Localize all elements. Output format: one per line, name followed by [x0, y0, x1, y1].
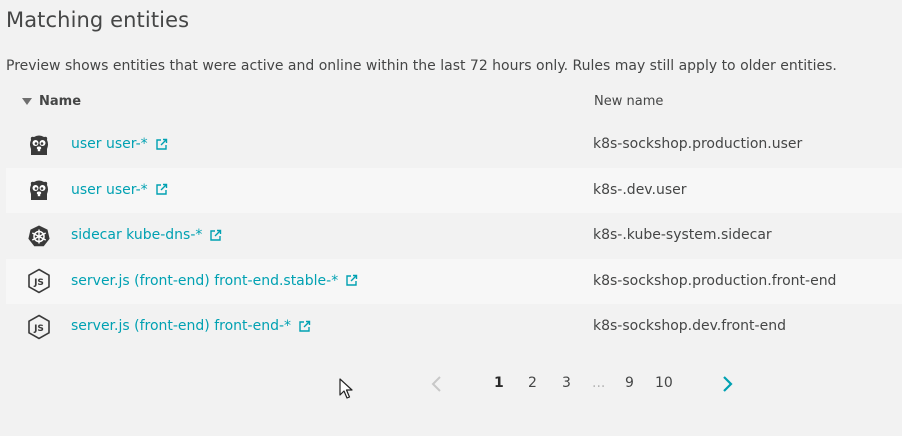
- page-title: Matching entities: [6, 8, 190, 32]
- table-row: user user-* k8s-sockshop.production.user: [6, 122, 902, 168]
- nodejs-icon: JS: [26, 314, 52, 340]
- page-10-button[interactable]: 10: [655, 375, 673, 391]
- new-name-value: k8s-.dev.user: [593, 181, 687, 198]
- entity-link[interactable]: server.js (front-end) front-end-*: [71, 318, 311, 334]
- entity-link[interactable]: sidecar kube-dns-*: [71, 227, 222, 243]
- svg-text:JS: JS: [33, 278, 44, 288]
- external-link-icon[interactable]: [209, 229, 222, 242]
- external-link-icon[interactable]: [155, 183, 168, 196]
- table-row: JS server.js (front-end) front-end.stabl…: [6, 258, 902, 304]
- entity-link-label[interactable]: user user-*: [71, 182, 148, 198]
- table-row: JS server.js (front-end) front-end-* k8s…: [6, 304, 902, 350]
- go-gopher-icon: [26, 177, 52, 203]
- column-header-new-name: New name: [594, 94, 664, 109]
- entity-link-label[interactable]: sidecar kube-dns-*: [71, 227, 202, 243]
- page-2-button[interactable]: 2: [528, 375, 537, 391]
- pagination: 1 2 3 ... 9 10: [0, 375, 902, 395]
- entity-link[interactable]: user user-*: [71, 182, 168, 198]
- page-3-button[interactable]: 3: [562, 375, 571, 391]
- column-header-name[interactable]: Name: [22, 94, 81, 109]
- new-name-value: k8s-sockshop.production.front-end: [593, 272, 837, 289]
- external-link-icon[interactable]: [298, 320, 311, 333]
- new-name-value: k8s-sockshop.production.user: [593, 136, 803, 152]
- chevron-left-icon[interactable]: [430, 375, 444, 393]
- entity-link-label[interactable]: server.js (front-end) front-end-*: [71, 318, 291, 334]
- column-header-name-label: Name: [39, 94, 82, 109]
- preview-description: Preview shows entities that were active …: [6, 58, 837, 74]
- new-name-value: k8s-.kube-system.sidecar: [593, 227, 772, 243]
- kubernetes-icon: [26, 223, 52, 249]
- chevron-right-icon[interactable]: [720, 375, 734, 393]
- go-gopher-icon: [26, 132, 52, 158]
- entity-link[interactable]: user user-*: [71, 136, 168, 152]
- sort-descending-icon[interactable]: [22, 98, 32, 105]
- mouse-cursor-icon: [339, 378, 355, 404]
- entity-link[interactable]: server.js (front-end) front-end.stable-*: [71, 273, 358, 289]
- page-9-button[interactable]: 9: [625, 375, 634, 391]
- entity-link-label[interactable]: server.js (front-end) front-end.stable-*: [71, 273, 338, 289]
- nodejs-icon: JS: [26, 268, 52, 294]
- external-link-icon[interactable]: [345, 274, 358, 287]
- table-row: user user-* k8s-.dev.user: [6, 167, 902, 213]
- page-1-button[interactable]: 1: [494, 375, 504, 391]
- entity-link-label[interactable]: user user-*: [71, 136, 148, 152]
- new-name-value: k8s-sockshop.dev.front-end: [593, 318, 786, 334]
- table-row: sidecar kube-dns-* k8s-.kube-system.side…: [6, 213, 902, 259]
- page-ellipsis: ...: [592, 375, 606, 391]
- external-link-icon[interactable]: [155, 138, 168, 151]
- svg-text:JS: JS: [33, 324, 44, 334]
- entity-table: user user-* k8s-sockshop.production.user…: [6, 122, 902, 350]
